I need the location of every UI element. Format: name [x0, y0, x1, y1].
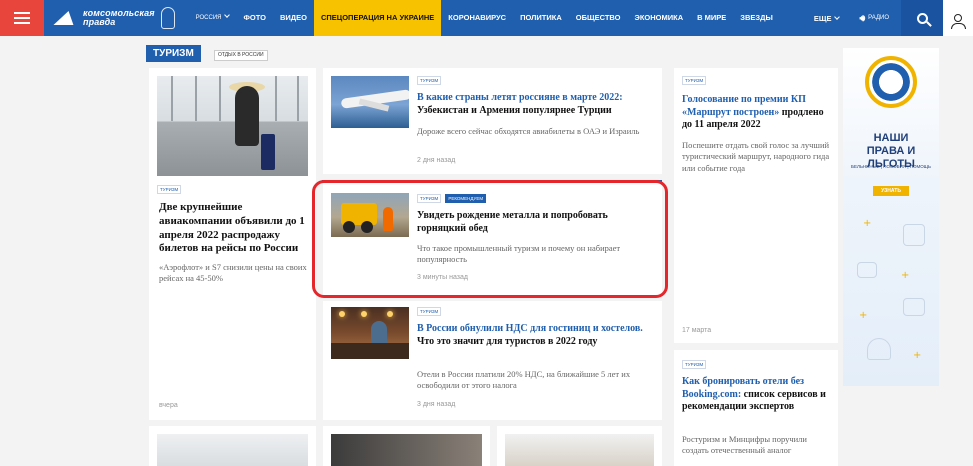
- subsection-link-russia[interactable]: ОТДЫХ В РОССИИ: [214, 50, 268, 61]
- article-tag[interactable]: ТУРИЗМ: [157, 185, 182, 194]
- article-lead: Отели в России платили 20% НДС, на ближа…: [417, 369, 631, 391]
- main-nav: РОССИЯ ФОТО ВИДЕО СПЕЦОПЕРАЦИЯ НА УКРАИН…: [189, 0, 780, 36]
- article-tag[interactable]: ТУРИЗМ: [417, 194, 442, 203]
- article-card-countries[interactable]: ТУРИЗМ В какие страны летят россияне в м…: [323, 68, 662, 174]
- sparkle-icon: +: [913, 350, 922, 361]
- article-image: [157, 76, 308, 176]
- article-title[interactable]: В России обнулили НДС для гостиниц и хос…: [417, 323, 653, 348]
- article-card-metal[interactable]: ТУРИЗМ РЕКОМЕНДУЕМ Увидеть рождение мета…: [323, 181, 662, 296]
- article-lead: Что такое промышленный туризм и почему о…: [417, 243, 621, 265]
- logo-line-2: правда: [83, 17, 116, 27]
- article-time: вчера: [159, 402, 178, 409]
- family-icon: [903, 298, 925, 316]
- article-tag[interactable]: ТУРИЗМ: [417, 307, 442, 316]
- article-time: 17 марта: [682, 327, 712, 334]
- top-nav-bar: комсомольская правда РОССИЯ ФОТО ВИДЕО С…: [0, 0, 973, 36]
- article-title[interactable]: Две крупнейшие авиакомпании объявили до …: [159, 201, 309, 256]
- user-account-button[interactable]: [943, 0, 973, 36]
- search-button[interactable]: [901, 0, 943, 36]
- emblem-icon: [865, 56, 917, 108]
- medal-icon: [160, 7, 175, 29]
- user-icon: [951, 14, 966, 29]
- article-image: [157, 434, 308, 466]
- article-time: 3 минуты назад: [417, 274, 468, 281]
- nav-coronavirus[interactable]: КОРОНАВИРУС: [441, 0, 513, 36]
- article-tag[interactable]: ТУРИЗМ: [682, 76, 707, 85]
- article-title[interactable]: Как бронировать отели без Booking.com: с…: [682, 376, 832, 414]
- section-title-tourism[interactable]: ТУРИЗМ: [146, 45, 201, 62]
- wheelchair-icon: [903, 224, 925, 246]
- region-dropdown[interactable]: РОССИЯ: [189, 0, 237, 36]
- ad-subtitle: БЕЛЬНИНЫЕ | ПОСОБИЯ | ПОМОЩЬ: [851, 164, 931, 169]
- radio-button[interactable]: 🔊︎ РАДИО: [847, 13, 901, 24]
- nav-photo[interactable]: ФОТО: [236, 0, 272, 36]
- recommended-badge: РЕКОМЕНДУЕМ: [445, 194, 487, 203]
- article-image: [505, 434, 654, 466]
- article-lead: Ростуризм и Минцифры поручили создать от…: [682, 434, 807, 456]
- article-image: [331, 76, 409, 128]
- site-logo[interactable]: комсомольская правда: [56, 0, 175, 36]
- search-icon: [916, 12, 928, 24]
- article-card-vote[interactable]: ТУРИЗМ Голосование по премии КП «Маршрут…: [674, 68, 838, 343]
- article-card-bottom-3[interactable]: [497, 426, 662, 466]
- nav-society[interactable]: ОБЩЕСТВО: [569, 0, 628, 36]
- article-card-booking[interactable]: ТУРИЗМ Как бронировать отели без Booking…: [674, 350, 838, 466]
- article-card-airlines[interactable]: ТУРИЗМ Две крупнейшие авиакомпании объяв…: [149, 68, 316, 420]
- more-dropdown[interactable]: ЕЩЕ: [806, 14, 848, 23]
- sparkle-icon: +: [859, 310, 868, 321]
- nav-politics[interactable]: ПОЛИТИКА: [513, 0, 569, 36]
- article-lead: Дороже всего сейчас обходятся авиабилеты…: [417, 126, 640, 136]
- article-time: 3 дня назад: [417, 401, 456, 408]
- helmet-icon: [867, 338, 891, 360]
- nav-special-operation[interactable]: СПЕЦОПЕРАЦИЯ НА УКРАИНЕ: [313, 0, 442, 36]
- card-accent-line: [322, 180, 662, 183]
- hamburger-menu-button[interactable]: [0, 0, 44, 36]
- nav-economy[interactable]: ЭКОНОМИКА: [628, 0, 691, 36]
- sparkle-icon: +: [901, 270, 910, 281]
- article-title[interactable]: В какие страны летят россияне в марте 20…: [417, 92, 655, 117]
- article-image: [331, 434, 482, 466]
- article-lead: Поспешите отдать свой голос за лучший ту…: [682, 140, 830, 173]
- article-title[interactable]: Голосование по премии КП «Маршрут постро…: [682, 94, 832, 132]
- speaker-icon: 🔊︎: [859, 12, 866, 23]
- article-card-bottom-1[interactable]: [149, 426, 316, 466]
- nav-right-group: ЕЩЕ 🔊︎ РАДИО: [806, 0, 973, 36]
- article-tag[interactable]: ТУРИЗМ: [682, 360, 707, 369]
- chevron-down-icon: [834, 13, 841, 20]
- article-card-vat[interactable]: ТУРИЗМ В России обнулили НДС для гостини…: [323, 301, 662, 420]
- article-lead: «Аэрофлот» и S7 снизили цены на своих ре…: [159, 262, 307, 284]
- ad-banner-rights-benefits[interactable]: НАШИ ПРАВА И ЛЬГОТЫ БЕЛЬНИНЫЕ | ПОСОБИЯ …: [843, 48, 939, 386]
- nav-video[interactable]: ВИДЕО: [273, 0, 314, 36]
- pram-icon: [857, 262, 877, 278]
- sparkle-icon: +: [863, 218, 872, 229]
- article-card-bottom-2[interactable]: [323, 426, 490, 466]
- article-time: 2 дня назад: [417, 157, 456, 164]
- article-image: [331, 307, 409, 359]
- nav-world[interactable]: В МИРЕ: [690, 0, 733, 36]
- article-image: [331, 193, 409, 237]
- chevron-down-icon: [224, 12, 231, 18]
- article-title[interactable]: Увидеть рождение металла и попробовать г…: [417, 210, 647, 235]
- logo-flag-icon: [56, 9, 80, 27]
- article-tag[interactable]: ТУРИЗМ: [417, 76, 442, 85]
- nav-stars[interactable]: ЗВЕЗДЫ: [733, 0, 780, 36]
- ad-cta-button[interactable]: УЗНАТЬ: [873, 186, 909, 196]
- menu-icon: [14, 12, 30, 14]
